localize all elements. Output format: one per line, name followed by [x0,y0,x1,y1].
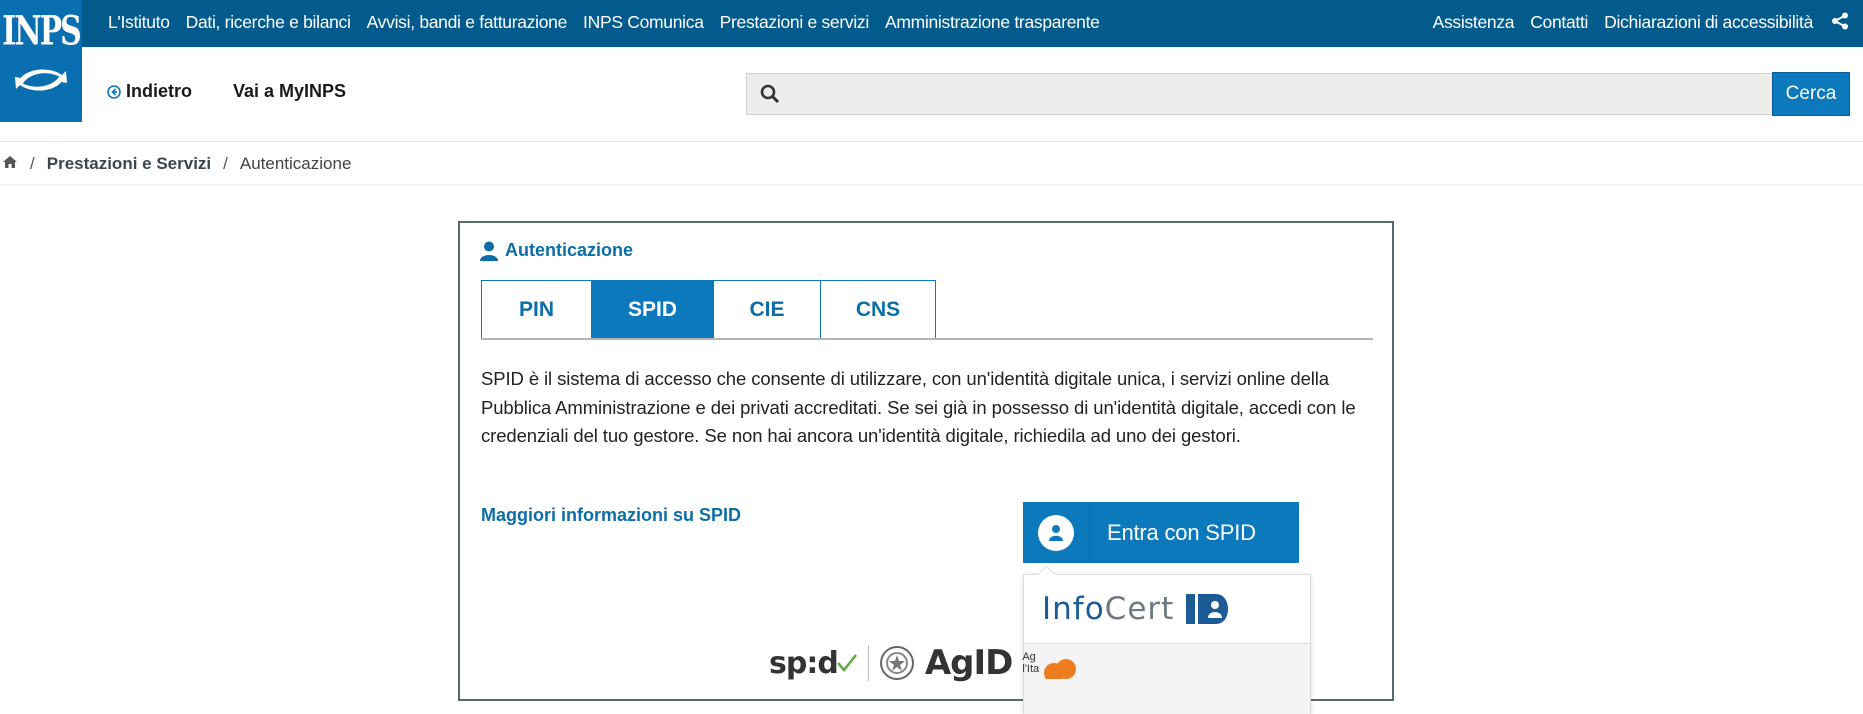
myinps-link[interactable]: Vai a MyINPS [233,81,346,102]
spid-check-icon [836,654,857,672]
provider-cloud-icon [1044,659,1076,679]
user-icon [480,241,498,261]
spid-description: SPID è il sistema di accesso che consent… [481,368,1356,446]
inps-logo[interactable]: INPS [0,0,82,122]
top-nav-utility-links: Assistenza Contatti Dichiarazioni di acc… [1417,0,1814,44]
top-nav-link-contatti[interactable]: Contatti [1530,12,1588,33]
share-icon[interactable] [1831,12,1849,35]
tabs-divider [481,338,1373,340]
infocert-logo: InfoCert [1042,591,1175,627]
tab-pin[interactable]: PIN [481,280,592,339]
provider-next[interactable] [1024,644,1310,714]
top-nav-link-accessibilita[interactable]: Dichiarazioni di accessibilità [1604,12,1813,33]
spid-button-label: Entra con SPID [1107,519,1256,545]
auth-tabs: PIN SPID CIE CNS [481,280,936,339]
authentication-panel: Autenticazione PIN SPID CIE CNS SPID è i… [458,221,1394,714]
spid-more-info-link[interactable]: Maggiori informazioni su SPID [481,505,741,526]
top-nav-link-trasparente[interactable]: Amministrazione trasparente [885,12,1100,33]
spid-provider-dropdown: InfoCert [1023,574,1311,714]
logo-text: INPS [2,7,82,56]
panel-title-text: Autenticazione [505,240,634,260]
agid-caption: Ag l'Ita [1022,651,1040,675]
tab-cns[interactable]: CNS [820,280,936,339]
top-nav-link-assistenza[interactable]: Assistenza [1433,12,1515,33]
spid-agid-logos: sp:d AgID Ag l'Ita [769,643,1039,683]
top-nav-link-prestazioni[interactable]: Prestazioni e servizi [720,12,870,33]
header-bar: Indietro Vai a MyINPS Cerca [0,47,1863,142]
top-nav-link-avvisi[interactable]: Avvisi, bandi e fatturazione [367,12,568,33]
logo-divider [867,645,869,681]
tab-cie[interactable]: CIE [713,280,821,339]
back-label: Indietro [126,81,192,101]
breadcrumb-current: Autenticazione [239,153,352,173]
top-nav-main-links: L'Istituto Dati, ricerche e bilanci Avvi… [108,0,1116,44]
agid-logo: AgID [924,643,1014,683]
spid-user-icon [1038,514,1074,551]
agid-emblem-icon [879,646,914,680]
infocert-id-badge-icon [1186,594,1229,624]
top-nav-link-dati[interactable]: Dati, ricerche e bilanci [186,12,351,33]
spid-logo: sp:d [769,645,839,681]
panel-title: Autenticazione [480,240,633,261]
tab-spid[interactable]: SPID [591,280,714,339]
breadcrumb-link-prestazioni[interactable]: Prestazioni e Servizi [47,154,211,174]
top-nav-link-comunica[interactable]: INPS Comunica [583,12,704,33]
breadcrumb-separator: / [223,153,228,173]
top-nav-link-istituto[interactable]: L'Istituto [108,12,170,33]
home-icon[interactable] [2,154,18,174]
back-circle-icon [107,84,121,99]
spid-login-button[interactable]: Entra con SPID [1023,502,1299,563]
search-button[interactable]: Cerca [1772,72,1850,116]
breadcrumb: / Prestazioni e Servizi / Autenticazione [0,143,1863,185]
top-navigation-bar: L'Istituto Dati, ricerche e bilanci Avvi… [0,0,1863,47]
provider-infocert[interactable]: InfoCert [1024,575,1310,644]
back-link[interactable]: Indietro [107,81,192,102]
spid-button-icon-box [1023,502,1090,563]
search-input[interactable] [746,73,1774,115]
breadcrumb-separator: / [30,153,35,173]
logo-swirl-icon [15,69,67,91]
search-icon [760,84,780,109]
